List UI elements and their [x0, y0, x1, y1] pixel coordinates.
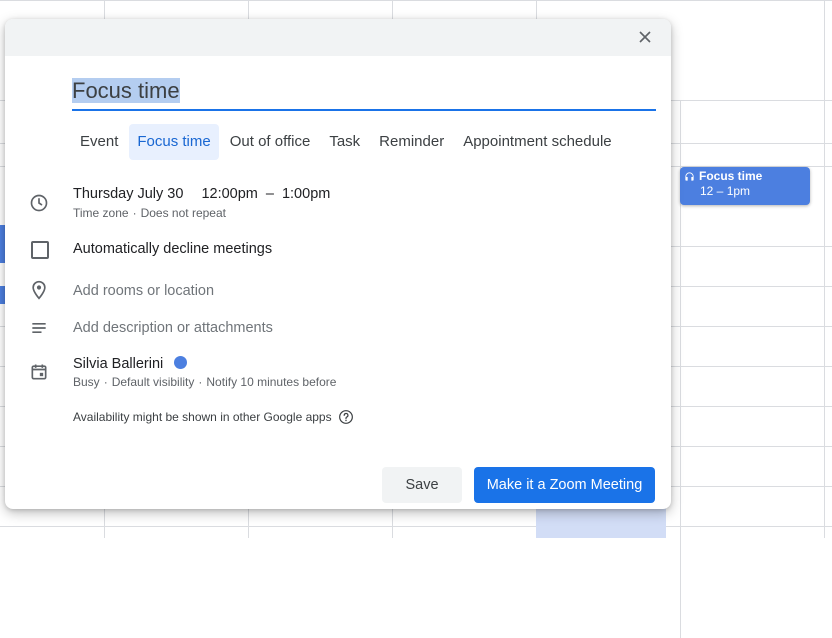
grid-line	[824, 0, 825, 538]
timezone-link[interactable]: Time zone	[73, 206, 129, 220]
tab-event[interactable]: Event	[72, 124, 126, 160]
separator-dot: ·	[103, 375, 108, 389]
event-type-tabs: Event Focus time Out of office Task Remi…	[72, 124, 623, 160]
datetime-selector[interactable]: Thursday July 30 12:00pm –1:00pm	[73, 186, 330, 202]
description-lines-icon	[32, 323, 46, 333]
end-time[interactable]: 1:00pm	[282, 186, 330, 202]
availability-note: Availability might be shown in other Goo…	[73, 409, 354, 425]
repeat-option[interactable]: Does not repeat	[141, 206, 226, 220]
help-icon[interactable]	[338, 409, 354, 425]
datetime-options: Time zone · Does not repeat	[73, 206, 226, 220]
calendar-event-focus-time[interactable]: Focus time 12 – 1pm	[680, 167, 810, 205]
save-button[interactable]: Save	[382, 467, 462, 503]
tab-reminder[interactable]: Reminder	[371, 124, 452, 160]
description-input[interactable]: Add description or attachments	[73, 320, 273, 336]
tab-focus-time[interactable]: Focus time	[129, 124, 219, 160]
headphones-icon	[685, 171, 694, 181]
selected-time-slot[interactable]	[536, 505, 666, 538]
date-text[interactable]: Thursday July 30	[73, 186, 183, 202]
close-button[interactable]	[635, 27, 655, 47]
calendar-options: Busy · Default visibility · Notify 10 minute…	[73, 375, 336, 389]
location-input[interactable]: Add rooms or location	[73, 283, 214, 299]
auto-decline-checkbox[interactable]	[31, 241, 49, 259]
grid-line	[0, 526, 832, 527]
notification-option[interactable]: Notify 10 minutes before	[206, 375, 336, 389]
title-selected-text: Focus time	[72, 78, 180, 103]
tab-task[interactable]: Task	[321, 124, 368, 160]
calendar-color-dot[interactable]	[174, 356, 188, 369]
event-time: 12 – 1pm	[700, 184, 751, 198]
grid-line	[0, 0, 832, 1]
location-pin-icon	[32, 280, 46, 300]
auto-decline-label[interactable]: Automatically decline meetings	[73, 241, 272, 257]
calendar-owner: Silvia Ballerini	[73, 356, 164, 372]
calendar-selector[interactable]: Silvia Ballerini	[73, 356, 188, 372]
visibility-option[interactable]: Default visibility	[112, 375, 195, 389]
busy-status[interactable]: Busy	[73, 375, 100, 389]
tab-out-of-office[interactable]: Out of office	[222, 124, 319, 160]
availability-text: Availability might be shown in other Goo…	[73, 410, 332, 424]
calendar-icon	[31, 364, 47, 380]
separator-dot: ·	[198, 375, 203, 389]
dialog-drag-handle[interactable]	[5, 19, 671, 56]
separator-dot: ·	[132, 206, 137, 220]
title-input[interactable]: Focus time	[72, 76, 180, 106]
event-dialog: Focus time Event Focus time Out of offic…	[5, 19, 671, 509]
tab-appointment-schedule[interactable]: Appointment schedule	[455, 124, 619, 160]
close-icon	[639, 31, 651, 43]
title-field[interactable]: Focus time	[72, 74, 656, 111]
zoom-meeting-button[interactable]: Make it a Zoom Meeting	[474, 467, 655, 503]
event-title: Focus time	[699, 169, 763, 183]
start-time[interactable]: 12:00pm	[201, 186, 257, 202]
clock-icon	[30, 194, 48, 212]
time-separator: –	[265, 186, 274, 202]
